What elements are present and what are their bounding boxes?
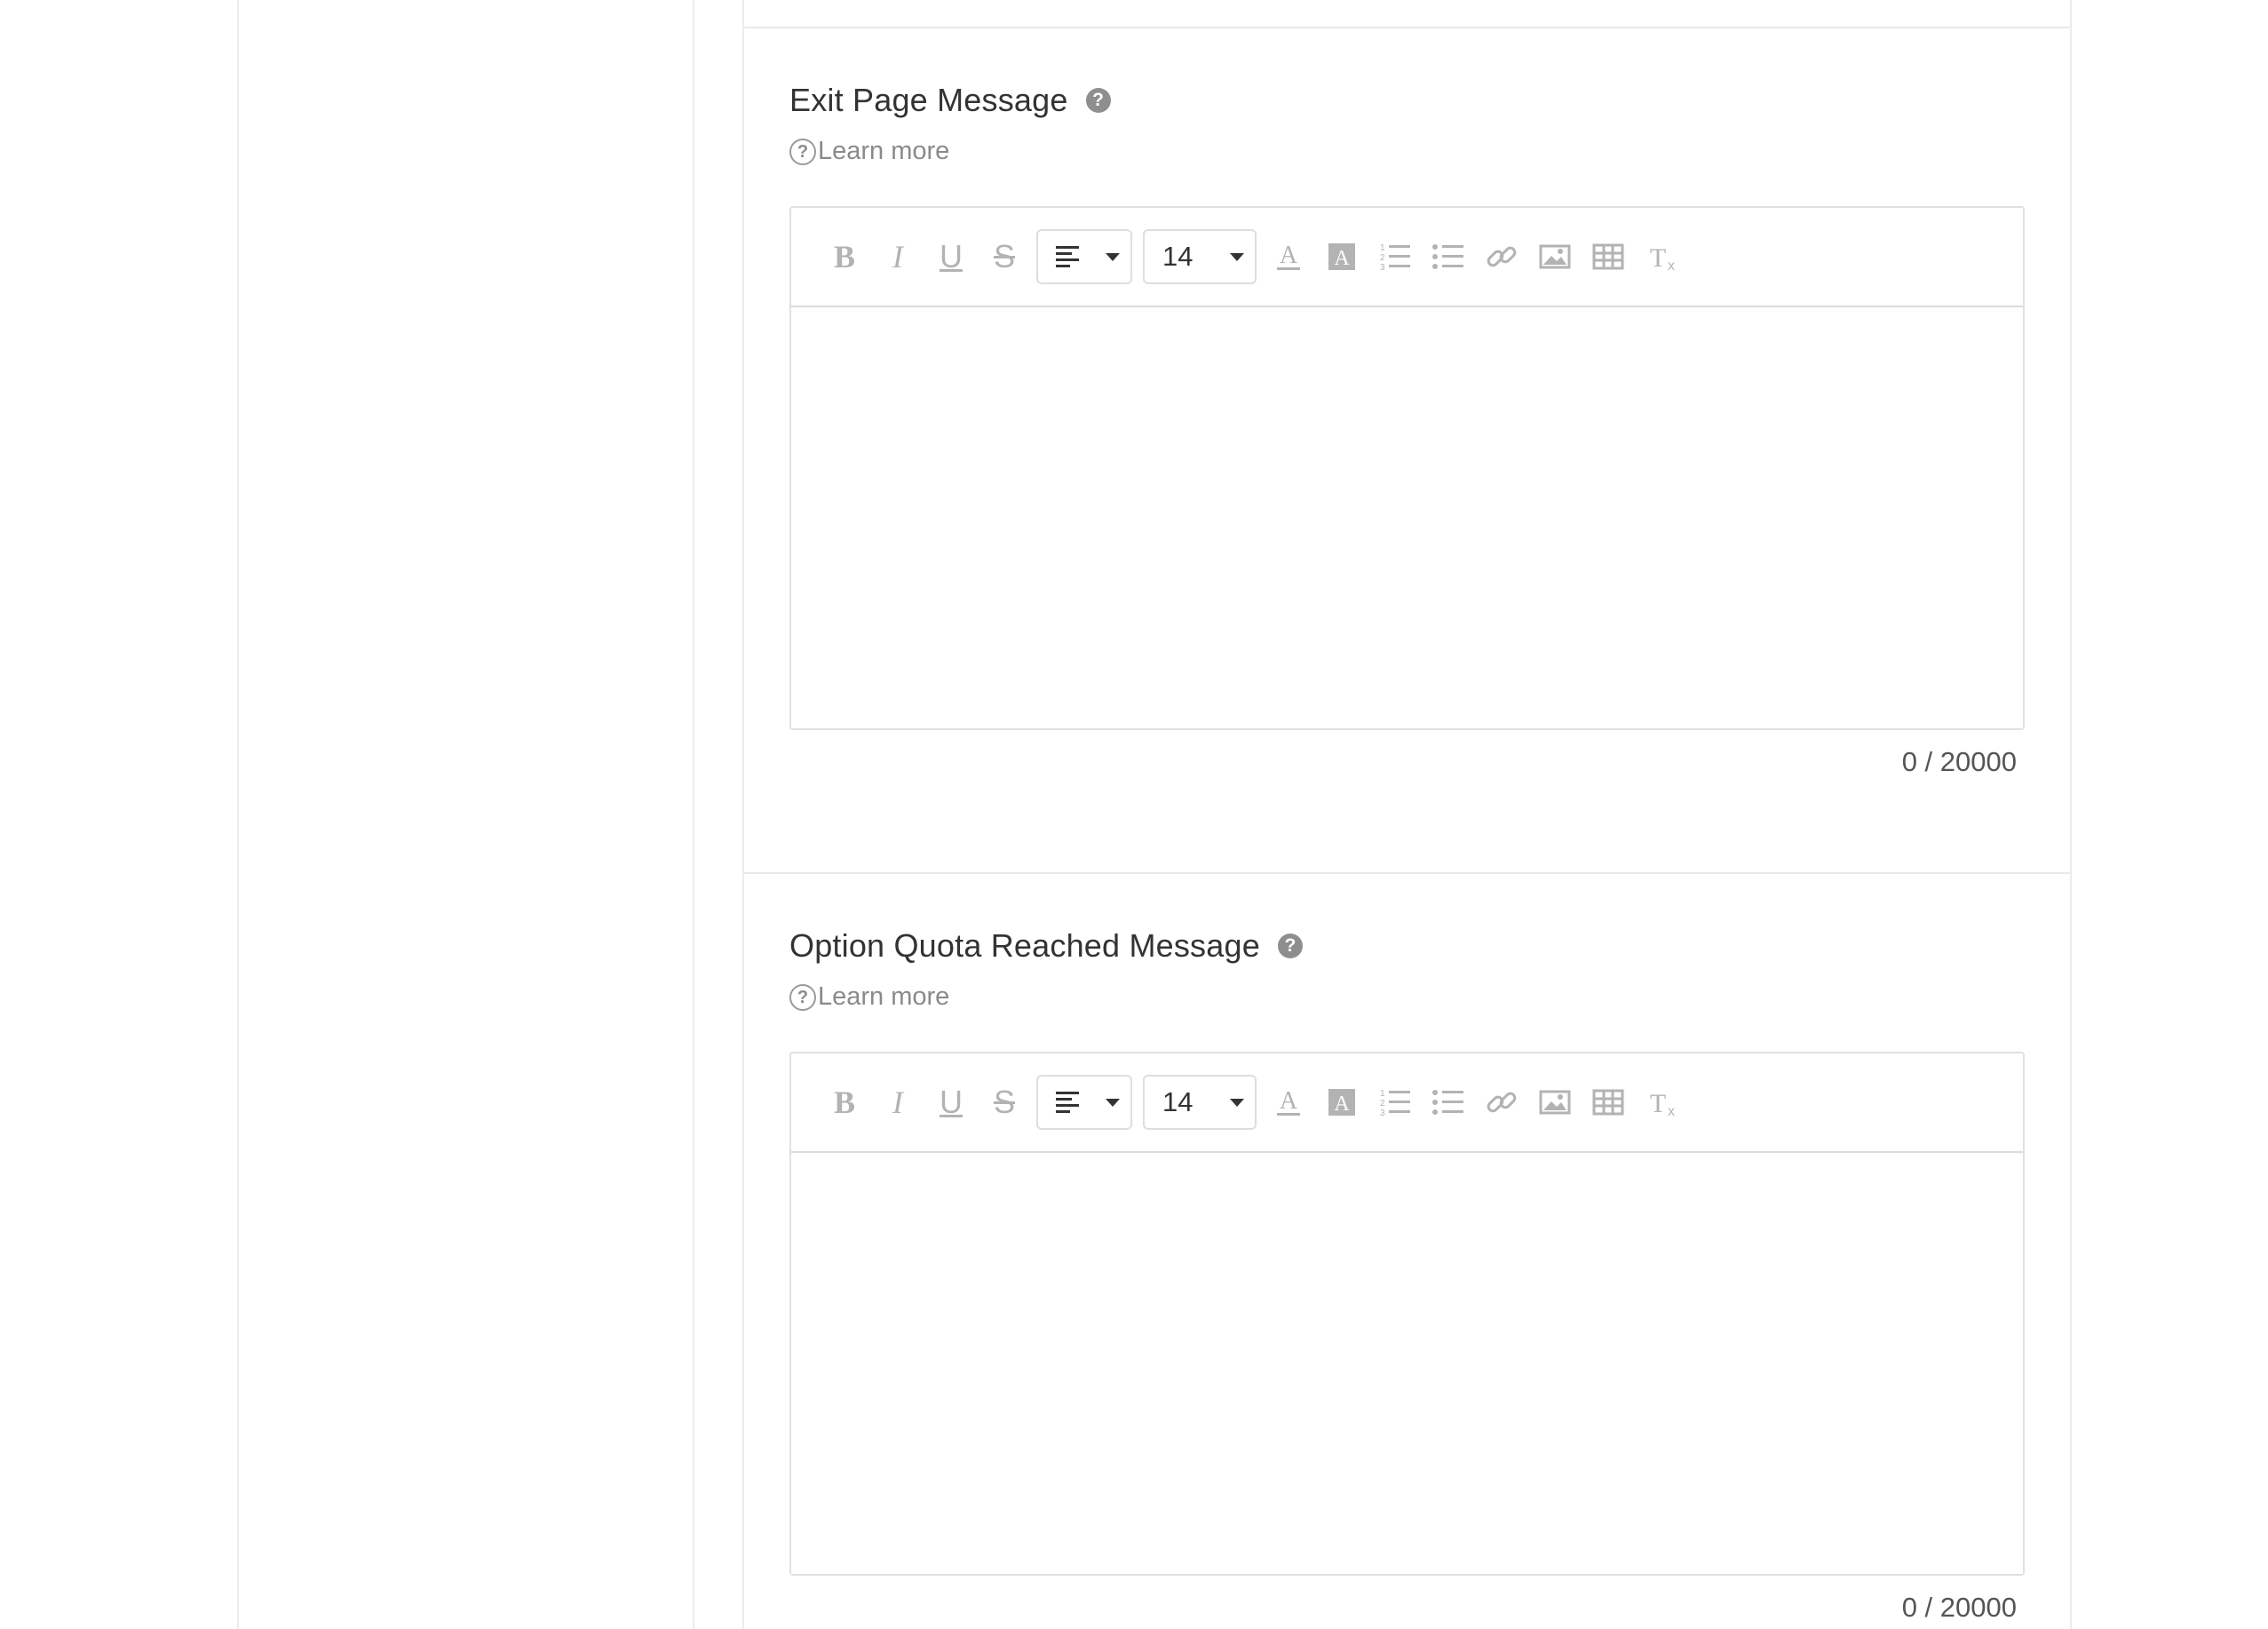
font-color-icon[interactable]: A [1262,230,1315,283]
image-icon[interactable] [1528,1076,1582,1129]
font-color-icon[interactable]: A [1262,1076,1315,1129]
background-color-icon[interactable]: A [1315,1076,1368,1129]
align-left-icon [1056,1092,1079,1113]
background-color-icon[interactable]: A [1315,230,1368,283]
section-title: Option Quota Reached Message [789,927,1260,964]
align-left-icon [1056,246,1079,267]
editor-toolbar: B I U S 14 A A 1 2 3 T x [791,1053,2023,1153]
clear-format-icon[interactable]: Tx [1635,230,1688,283]
svg-text:1: 1 [1380,243,1385,253]
svg-text:x: x [1668,1104,1675,1119]
ordered-list-icon[interactable]: 123 [1368,1076,1422,1129]
font-size-value: 14 [1162,1086,1193,1117]
ordered-list-icon[interactable]: 123 [1368,230,1422,283]
svg-text:A: A [1334,1093,1350,1116]
section-title: Exit Page Message [789,82,1068,118]
character-counter: 0 / 20000 [1901,1592,2017,1623]
page: Exit Page Message ? ? Learn more B I U S [0,0,2268,1629]
help-outline-icon: ? [789,983,816,1011]
table-icon[interactable] [1582,1076,1635,1129]
sidebar-panel [237,0,694,1629]
align-dropdown[interactable] [1036,229,1132,284]
underline-icon[interactable]: U [924,230,978,283]
learn-more-label: Learn more [818,982,950,1011]
link-icon[interactable] [1475,230,1528,283]
editor-content-area[interactable] [791,309,2023,728]
question-circle-icon[interactable]: ? [1085,88,1111,113]
svg-text:2: 2 [1380,253,1385,263]
section-divider [744,27,2070,28]
editor-content-area[interactable] [791,1155,2023,1574]
bold-icon[interactable]: B [818,230,871,283]
svg-text:2: 2 [1380,1099,1385,1109]
chevron-down-icon [1230,252,1244,261]
svg-text:A: A [1280,242,1298,269]
underline-icon[interactable]: U [924,1076,978,1129]
rich-text-editor: B I U S 14 A A 1 2 3 T x [789,206,2025,730]
clear-format-icon[interactable]: Tx [1635,1076,1688,1129]
section-title-row: Exit Page Message ? [789,82,1111,119]
rich-text-editor: B I U S 14 A A 1 2 3 T x [789,1052,2025,1576]
image-icon[interactable] [1528,230,1582,283]
learn-more-link[interactable]: ? Learn more [789,137,949,166]
table-icon[interactable] [1582,230,1635,283]
chevron-down-icon [1230,1098,1244,1107]
character-counter: 0 / 20000 [1901,746,2017,777]
learn-more-link[interactable]: ? Learn more [789,982,949,1012]
help-outline-icon: ? [789,138,816,165]
editor-toolbar: B I U S 14 A A 1 2 3 T x [791,208,2023,307]
strikethrough-icon[interactable]: S [978,230,1031,283]
left-gutter [0,0,237,1629]
font-size-value: 14 [1162,241,1193,272]
chevron-down-icon [1106,1098,1120,1107]
svg-text:1: 1 [1380,1089,1385,1099]
link-icon[interactable] [1475,1076,1528,1129]
italic-icon[interactable]: I [871,1076,924,1129]
learn-more-label: Learn more [818,137,950,165]
font-size-dropdown[interactable]: 14 [1143,229,1257,284]
svg-text:A: A [1280,1087,1298,1115]
bold-icon[interactable]: B [818,1076,871,1129]
svg-text:x: x [1668,258,1675,274]
question-circle-icon[interactable]: ? [1277,934,1303,958]
svg-text:T: T [1650,243,1666,273]
svg-text:3: 3 [1380,263,1385,273]
chevron-down-icon [1106,252,1120,261]
strikethrough-icon[interactable]: S [978,1076,1031,1129]
bullet-list-icon[interactable] [1422,1076,1475,1129]
section-divider [744,872,2070,874]
settings-panel: Exit Page Message ? ? Learn more B I U S [742,0,2072,1629]
svg-text:T: T [1650,1089,1666,1118]
svg-text:A: A [1334,247,1350,270]
svg-text:3: 3 [1380,1109,1385,1118]
font-size-dropdown[interactable]: 14 [1143,1075,1257,1130]
align-dropdown[interactable] [1036,1075,1132,1130]
italic-icon[interactable]: I [871,230,924,283]
section-title-row: Option Quota Reached Message ? [789,927,1303,965]
bullet-list-icon[interactable] [1422,230,1475,283]
